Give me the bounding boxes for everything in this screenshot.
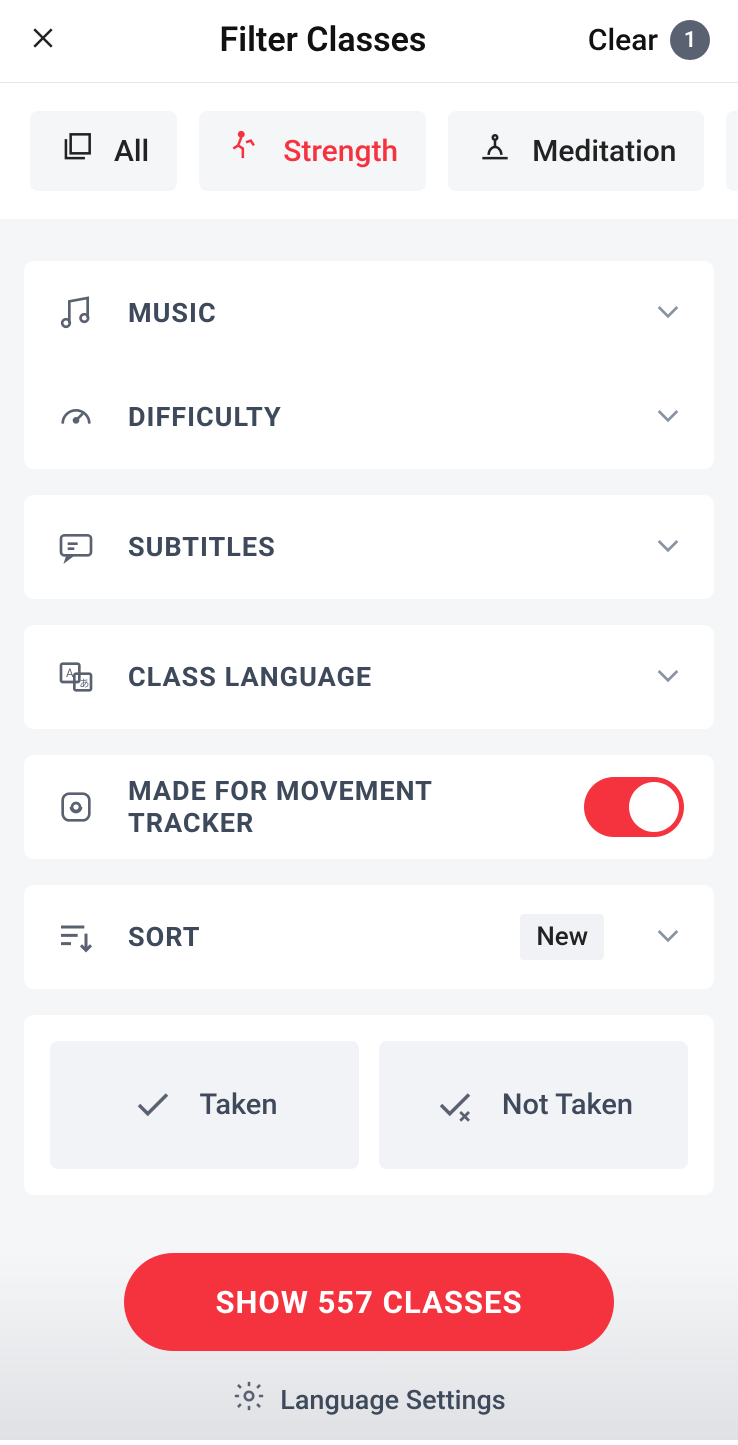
category-tabs: All Strength Meditation xyxy=(0,83,738,219)
chevron-down-icon xyxy=(652,295,684,331)
footer: SHOW 557 CLASSES Language Settings xyxy=(0,1253,738,1440)
tracker-icon xyxy=(54,787,98,827)
card-music-difficulty: MUSIC DIFFICULTY xyxy=(24,261,714,469)
clear-label: Clear xyxy=(588,23,658,58)
toggle-knob xyxy=(629,782,679,832)
filter-count-badge: 1 xyxy=(670,20,710,60)
not-taken-button[interactable]: Not Taken xyxy=(379,1041,688,1169)
tab-label: Meditation xyxy=(532,134,676,169)
stack-icon xyxy=(58,128,96,174)
clear-button[interactable]: Clear 1 xyxy=(588,20,710,60)
filter-label: MADE FOR MOVEMENT TRACKER xyxy=(128,775,554,839)
subtitles-icon xyxy=(54,527,98,567)
filter-label: MUSIC xyxy=(128,297,622,329)
filter-label: SORT xyxy=(128,921,490,953)
header: Filter Classes Clear 1 xyxy=(0,0,738,83)
language-icon: Aあ xyxy=(54,657,98,697)
tab-meditation[interactable]: Meditation xyxy=(448,111,704,191)
taken-label: Taken xyxy=(200,1088,278,1122)
filter-class-language[interactable]: Aあ CLASS LANGUAGE xyxy=(24,625,714,729)
language-settings-link[interactable]: Language Settings xyxy=(232,1379,505,1420)
chevron-down-icon xyxy=(652,659,684,695)
card-movement-tracker: MADE FOR MOVEMENT TRACKER xyxy=(24,755,714,859)
card-sort: SORT New xyxy=(24,885,714,989)
gear-icon xyxy=(232,1379,266,1420)
filter-music[interactable]: MUSIC xyxy=(24,261,714,365)
close-icon[interactable] xyxy=(28,23,58,57)
page-title: Filter Classes xyxy=(220,20,427,60)
filter-difficulty[interactable]: DIFFICULTY xyxy=(24,365,714,469)
tab-label: Strength xyxy=(283,134,398,169)
filter-label: DIFFICULTY xyxy=(128,401,622,433)
svg-text:A: A xyxy=(66,666,74,680)
filter-body: MUSIC DIFFICULTY SUBTITLES xyxy=(0,219,738,1440)
svg-text:あ: あ xyxy=(79,678,89,690)
gauge-icon xyxy=(54,397,98,437)
language-settings-label: Language Settings xyxy=(280,1384,505,1416)
tab-label: All xyxy=(114,134,149,169)
tab-all[interactable]: All xyxy=(30,111,177,191)
music-icon xyxy=(54,293,98,333)
sort-value: New xyxy=(520,914,604,960)
not-taken-label: Not Taken xyxy=(502,1088,633,1122)
taken-button[interactable]: Taken xyxy=(50,1041,359,1169)
chevron-down-icon xyxy=(652,919,684,955)
card-subtitles: SUBTITLES xyxy=(24,495,714,599)
filter-label: CLASS LANGUAGE xyxy=(128,661,622,693)
tab-more[interactable] xyxy=(726,111,738,191)
filter-sort[interactable]: SORT New xyxy=(24,885,714,989)
chevron-down-icon xyxy=(652,399,684,435)
meditation-icon xyxy=(476,128,514,174)
tab-strength[interactable]: Strength xyxy=(199,111,426,191)
filter-movement-tracker: MADE FOR MOVEMENT TRACKER xyxy=(24,755,714,859)
card-class-language: Aあ CLASS LANGUAGE xyxy=(24,625,714,729)
chevron-down-icon xyxy=(652,529,684,565)
filter-subtitles[interactable]: SUBTITLES xyxy=(24,495,714,599)
filter-label: SUBTITLES xyxy=(128,531,622,563)
strength-icon xyxy=(227,128,265,174)
card-taken: Taken Not Taken xyxy=(24,1015,714,1195)
show-classes-button[interactable]: SHOW 557 CLASSES xyxy=(124,1253,614,1351)
movement-tracker-toggle[interactable] xyxy=(584,777,684,837)
sort-icon xyxy=(54,917,98,957)
